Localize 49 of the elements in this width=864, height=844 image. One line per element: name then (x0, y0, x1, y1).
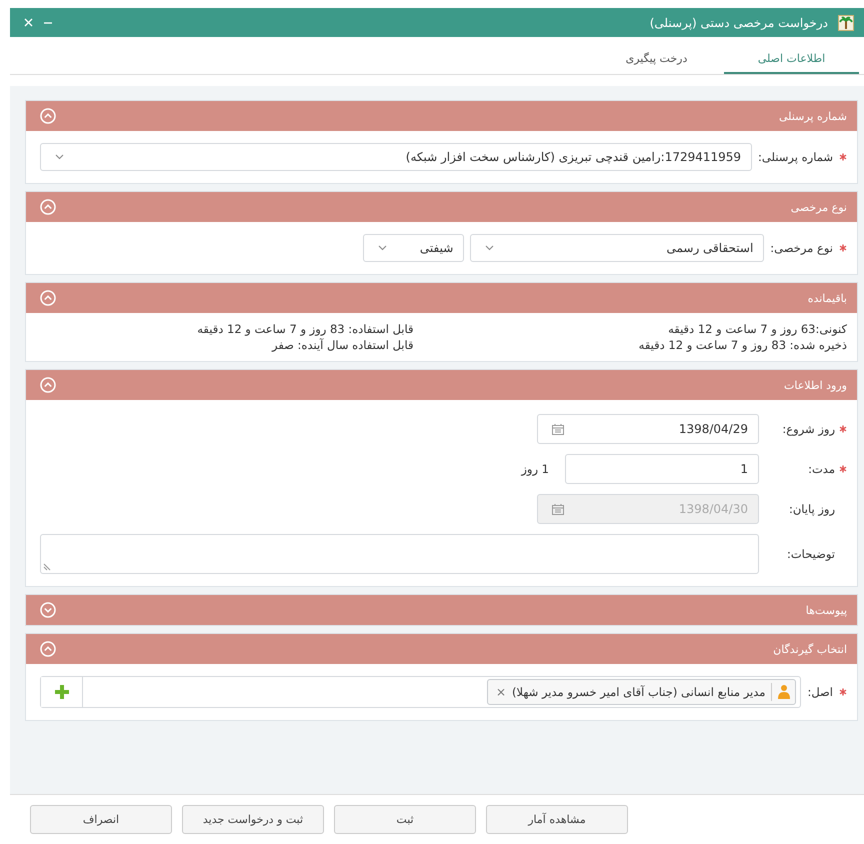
calendar-icon[interactable] (552, 424, 564, 434)
field-label: توضیحات: (786, 547, 835, 561)
field-label: روز شروع: (782, 422, 835, 436)
field-label: نوع مرخصی: (770, 241, 833, 255)
chevron-down-icon (378, 245, 388, 251)
expand-icon[interactable] (40, 602, 56, 618)
collapse-icon[interactable] (40, 641, 56, 657)
collapse-icon[interactable] (40, 199, 56, 215)
footer-button[interactable]: ثبت و درخواست جدید (182, 805, 324, 834)
section-title: پیوست‌ها (806, 604, 847, 616)
close-icon[interactable] (24, 18, 33, 27)
tab[interactable]: اطلاعات اصلی (724, 44, 859, 74)
section-title: نوع مرخصی (790, 200, 847, 214)
section-title: انتخاب گیرندگان (773, 642, 847, 656)
section-title: ورود اطلاعات (784, 378, 847, 392)
date-field[interactable]: 1398/04/29 (537, 414, 759, 444)
duration-field[interactable]: 1 (565, 454, 759, 484)
footer-button[interactable]: انصراف (30, 805, 172, 834)
section-title: شماره پرسنلی (779, 110, 847, 122)
field-label: مدت: (808, 462, 835, 476)
field-label: روز پایان: (788, 502, 835, 516)
section-title: باقیمانده (808, 292, 847, 304)
recipient-name: مدیر منابع انسانی (جناب آقای امیر خسرو مدیر شهلا) (512, 685, 766, 699)
field-label: شماره پرسنلی: (758, 150, 833, 164)
tab[interactable]: درخت پیگیری (589, 44, 724, 74)
select-field[interactable]: 1729411959:رامین قندچی تبریزی (کارشناس سخت افزار شبکه) (40, 143, 752, 171)
footer-button[interactable]: ثبت (334, 805, 476, 834)
collapse-icon[interactable] (40, 108, 56, 124)
balance-text: کنونی:63 روز و 7 ساعت و 12 دقیقه (667, 321, 847, 337)
field-label: اصل: (807, 685, 833, 699)
remove-tag-button[interactable]: × (496, 685, 506, 699)
plus-icon (54, 684, 70, 700)
description-field[interactable] (40, 534, 759, 574)
balance-text: قابل استفاده: 83 روز و 7 ساعت و 12 دقیقه (196, 321, 414, 337)
collapse-icon[interactable] (40, 290, 56, 306)
recipient-field[interactable]: مدیر منابع انسانی (جناب آقای امیر خسرو مدیر شهلا) × (40, 676, 802, 708)
unit-text: 1 روز (521, 462, 549, 476)
select-field[interactable]: شیفتی (363, 234, 464, 262)
window-title: درخواست مرخصی دستی (پرسنلی) (650, 16, 828, 30)
add-button[interactable] (41, 677, 83, 707)
collapse-icon[interactable] (40, 377, 56, 393)
footer-button[interactable]: مشاهده آمار (486, 805, 628, 834)
select-field[interactable]: استحقاقی رسمی (470, 234, 764, 262)
palm-tree-icon (838, 14, 854, 30)
resize-handle-icon[interactable] (43, 563, 51, 571)
balance-text: ذخیره شده: 83 روز و 7 ساعت و 12 دقیقه (638, 337, 847, 353)
chevron-down-icon (485, 245, 494, 251)
chevron-down-icon (55, 154, 64, 160)
balance-text: قابل استفاده سال آینده: صفر (270, 337, 414, 353)
